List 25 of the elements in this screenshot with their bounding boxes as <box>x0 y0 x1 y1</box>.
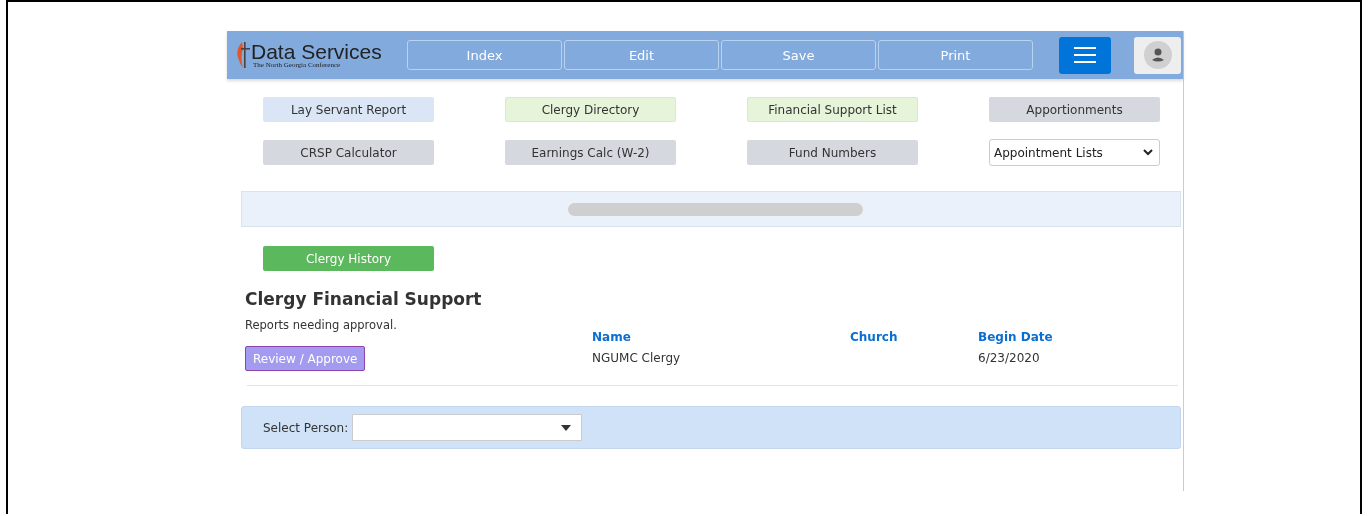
table-cell: 6/23/2020 <box>978 350 1040 365</box>
menu-icon <box>1074 47 1096 63</box>
table-cell: NGUMC Clergy <box>592 350 681 365</box>
column-header: Church <box>850 329 899 344</box>
quick-link-button[interactable]: CRSP Calculator <box>263 140 434 165</box>
quick-link-button[interactable]: Financial Support List <box>747 97 918 122</box>
select-person-field[interactable] <box>352 414 583 441</box>
quick-link-button[interactable]: Clergy Directory <box>505 97 676 122</box>
cross-flame-logo-icon <box>235 40 251 70</box>
user-avatar-icon <box>1143 41 1172 69</box>
chevron-down-icon <box>1143 149 1153 156</box>
caret-icon <box>561 424 572 431</box>
quick-link-button[interactable]: Fund Numbers <box>747 140 918 165</box>
menu-button[interactable] <box>1059 36 1111 74</box>
quick-link-button[interactable]: Lay Servant Report <box>263 97 434 122</box>
quick-link-button[interactable]: Apportionments <box>989 97 1160 122</box>
column-header: Name <box>592 329 632 344</box>
user-avatar-button[interactable] <box>1134 36 1181 74</box>
select-person-label: Select Person: <box>263 420 349 435</box>
column-header: Begin Date <box>978 329 1054 344</box>
dropdown-field[interactable]: Appointment Lists <box>989 139 1160 166</box>
logo-title: Data Services <box>251 41 382 62</box>
quick-link-button[interactable]: Earnings Calc (W-2) <box>505 140 676 165</box>
section-title: Clergy Financial Support <box>245 289 483 309</box>
section-subtitle: Reports needing approval. <box>245 318 398 332</box>
